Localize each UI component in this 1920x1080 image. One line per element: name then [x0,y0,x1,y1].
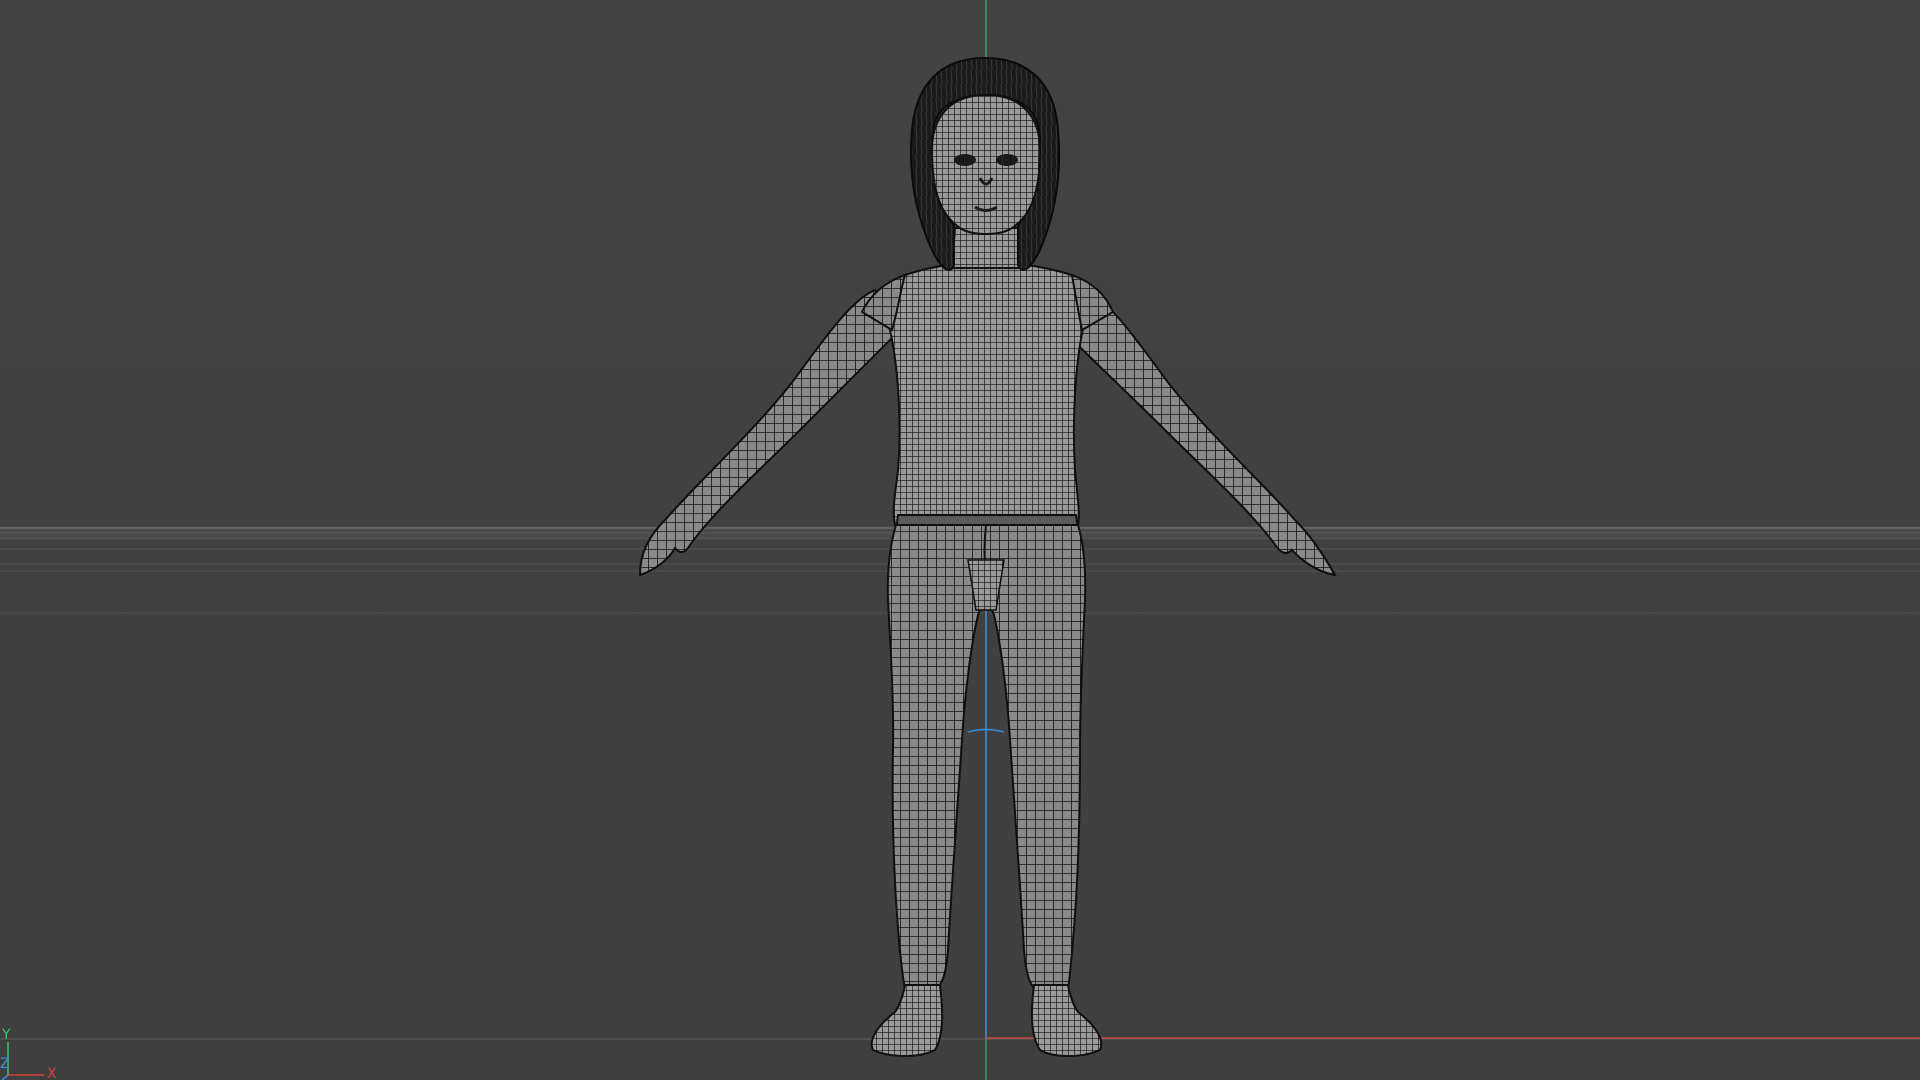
torso-mesh [885,260,1089,526]
orientation-gizmo: Y Z X [0,1020,70,1080]
child-wireframe-model[interactable] [638,56,1337,1057]
3d-viewport[interactable]: Y Z X [0,0,1920,1080]
right-foot-mesh [1030,984,1103,1057]
right-eye [996,154,1018,166]
left-foot-mesh [870,984,944,1057]
y-axis-label: Y [2,1027,11,1043]
right-leg-mesh [983,524,1087,991]
left-leg-mesh [886,524,989,991]
face-mesh [930,93,1042,235]
left-eye [954,154,976,166]
scene-canvas[interactable] [0,0,1920,1080]
x-axis-label: X [47,1066,57,1080]
z-axis-label: Z [0,1056,10,1072]
